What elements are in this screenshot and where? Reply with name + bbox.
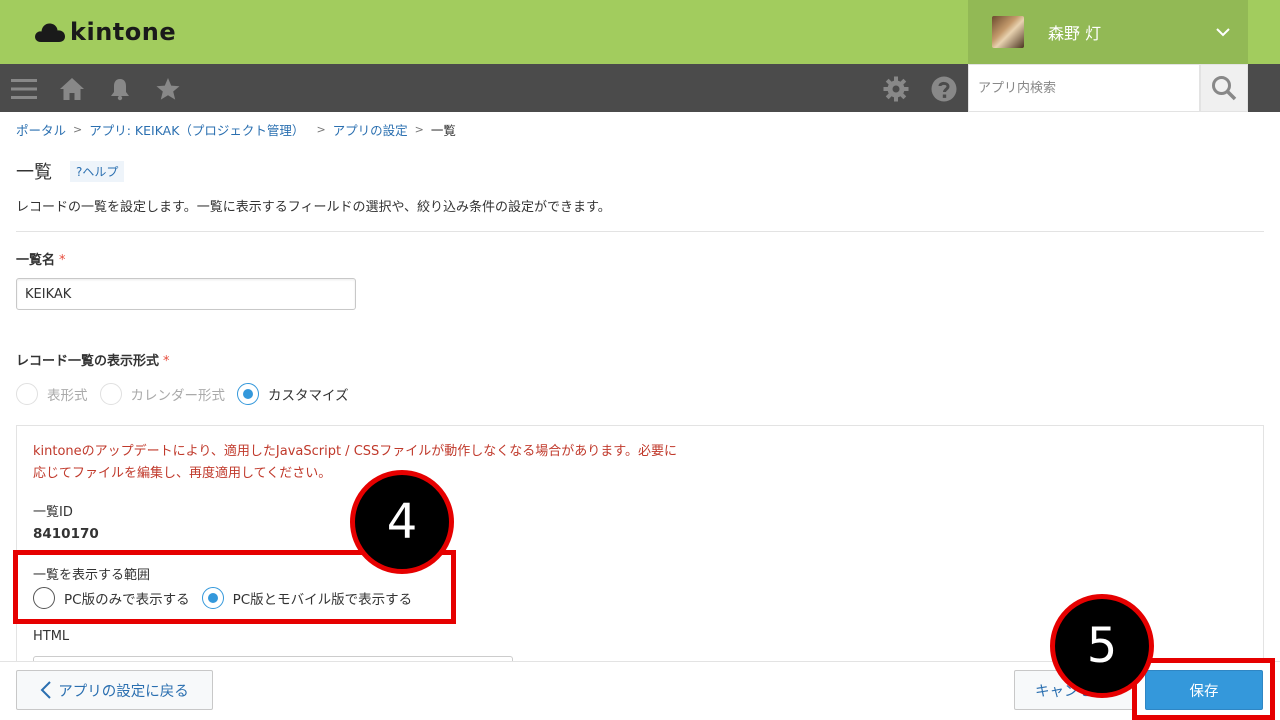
breadcrumb-app[interactable]: アプリ: KEIKAK（プロジェクト管理） — [89, 120, 304, 139]
menu-icon[interactable] — [11, 76, 37, 102]
breadcrumb-separator: > — [73, 123, 83, 136]
view-name-label-text: 一覧名 — [16, 253, 56, 268]
kintone-logo[interactable]: kintone — [34, 16, 176, 48]
radio-customize[interactable]: カスタマイズ — [237, 383, 349, 405]
cloud-icon — [35, 23, 65, 42]
view-id-label: 一覧ID — [33, 505, 73, 520]
view-id-value: 8410170 — [33, 526, 99, 542]
nav-filler — [1248, 64, 1280, 112]
help-icon[interactable] — [931, 76, 957, 102]
step5-highlight — [1132, 658, 1275, 720]
divider — [16, 231, 1264, 232]
radio-button-selected[interactable] — [237, 383, 259, 405]
back-to-settings-button[interactable]: アプリの設定に戻る — [16, 670, 213, 710]
radio-label: カレンダー形式 — [130, 388, 226, 404]
breadcrumb-portal[interactable]: ポータル — [16, 120, 66, 139]
display-format-label-text: レコード一覧の表示形式 — [16, 354, 160, 369]
view-name-label: 一覧名 * — [16, 249, 66, 268]
view-name-input[interactable] — [16, 278, 356, 310]
step5-badge: 5 — [1050, 594, 1154, 698]
breadcrumb-current: 一覧 — [430, 123, 456, 138]
search-button[interactable] — [1200, 64, 1248, 112]
radio-table-format[interactable]: 表形式 — [16, 383, 88, 405]
avatar — [992, 16, 1024, 48]
breadcrumb: ポータル > アプリ: KEIKAK（プロジェクト管理） > アプリの設定 > … — [16, 120, 456, 139]
radio-button[interactable] — [16, 383, 38, 405]
logo-text: kintone — [70, 18, 177, 46]
breadcrumb-separator: > — [316, 123, 326, 136]
user-menu[interactable]: 森野 灯 — [968, 0, 1248, 64]
bell-icon[interactable] — [107, 76, 133, 102]
app-header: kintone 森野 灯 — [0, 0, 1280, 64]
search-icon — [1212, 76, 1237, 101]
breadcrumb-separator: > — [414, 123, 424, 136]
breadcrumb-app-settings[interactable]: アプリの設定 — [333, 120, 408, 139]
required-mark: * — [163, 354, 170, 369]
required-mark: * — [59, 253, 66, 268]
html-label: HTML — [33, 629, 70, 644]
star-icon[interactable] — [155, 76, 181, 102]
gear-icon[interactable] — [883, 76, 909, 102]
page-description: レコードの一覧を設定します。一覧に表示するフィールドの選択や、絞り込み条件の設定… — [16, 200, 611, 215]
radio-label: 表形式 — [47, 388, 88, 404]
user-name: 森野 灯 — [1048, 24, 1102, 43]
back-button-label: アプリの設定に戻る — [58, 683, 189, 700]
step4-badge: 4 — [350, 470, 454, 574]
page-title: 一覧 — [16, 162, 52, 183]
help-link[interactable]: ?ヘルプ — [70, 161, 125, 182]
display-format-label: レコード一覧の表示形式 * — [16, 350, 170, 369]
chevron-down-icon — [1216, 28, 1230, 37]
app-search-box — [968, 64, 1200, 112]
warning-line: kintoneのアップデートにより、適用したJavaScript / CSSファ… — [33, 444, 677, 459]
home-icon[interactable] — [59, 76, 85, 102]
search-input[interactable] — [969, 65, 1199, 111]
radio-calendar-format[interactable]: カレンダー形式 — [99, 383, 226, 405]
radio-label: カスタマイズ — [268, 388, 349, 404]
display-format-radio-group: 表形式 カレンダー形式 カスタマイズ — [16, 383, 361, 405]
radio-button[interactable] — [99, 383, 122, 405]
chevron-left-icon — [40, 681, 51, 699]
